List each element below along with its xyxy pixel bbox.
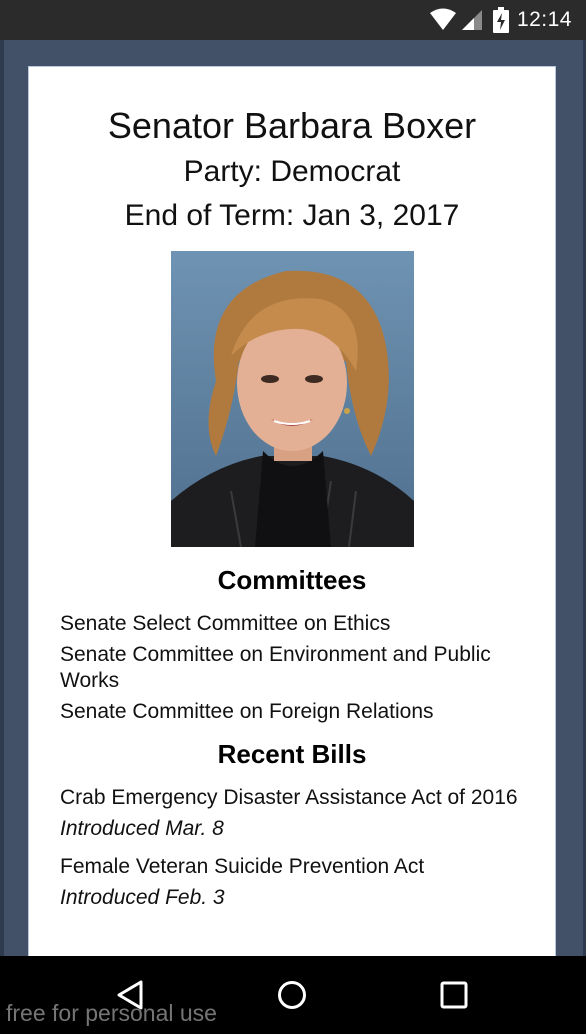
- bill-date: Introduced Mar. 8: [60, 817, 224, 840]
- bill-date: Introduced Feb. 3: [60, 886, 225, 909]
- committees-heading: Committees: [217, 565, 367, 595]
- bills-list: Crab Emergency Disaster Assistance Act o…: [60, 785, 540, 923]
- senator-name: Senator Barbara Boxer: [107, 105, 477, 146]
- watermark: free for personal use: [6, 1000, 217, 1026]
- bill-title[interactable]: Crab Emergency Disaster Assistance Act o…: [60, 785, 540, 811]
- clock: 12:14: [516, 8, 572, 31]
- bill-title[interactable]: Female Veteran Suicide Prevention Act: [60, 854, 540, 880]
- cell-signal-icon: [461, 9, 483, 31]
- drawer-edge: [0, 40, 4, 960]
- committee-item[interactable]: Senate Committee on Foreign Relations: [60, 699, 540, 725]
- wifi-icon: [429, 8, 457, 32]
- senator-card[interactable]: Senator Barbara Boxer Party: Democrat En…: [28, 66, 556, 966]
- committee-item[interactable]: Senate Select Committee on Ethics: [60, 611, 540, 637]
- senator-photo: [171, 251, 414, 547]
- committees-list: Senate Select Committee on Ethics Senate…: [60, 611, 540, 730]
- senator-end-of-term: End of Term: Jan 3, 2017: [124, 199, 460, 232]
- recents-icon[interactable]: [437, 978, 471, 1012]
- home-icon[interactable]: [275, 978, 309, 1012]
- senator-party: Party: Democrat: [183, 155, 401, 188]
- battery-charging-icon: [492, 7, 509, 33]
- status-bar: 12:14: [0, 0, 586, 40]
- recent-bills-heading: Recent Bills: [217, 739, 367, 769]
- committee-item[interactable]: Senate Committee on Environment and Publ…: [60, 642, 540, 694]
